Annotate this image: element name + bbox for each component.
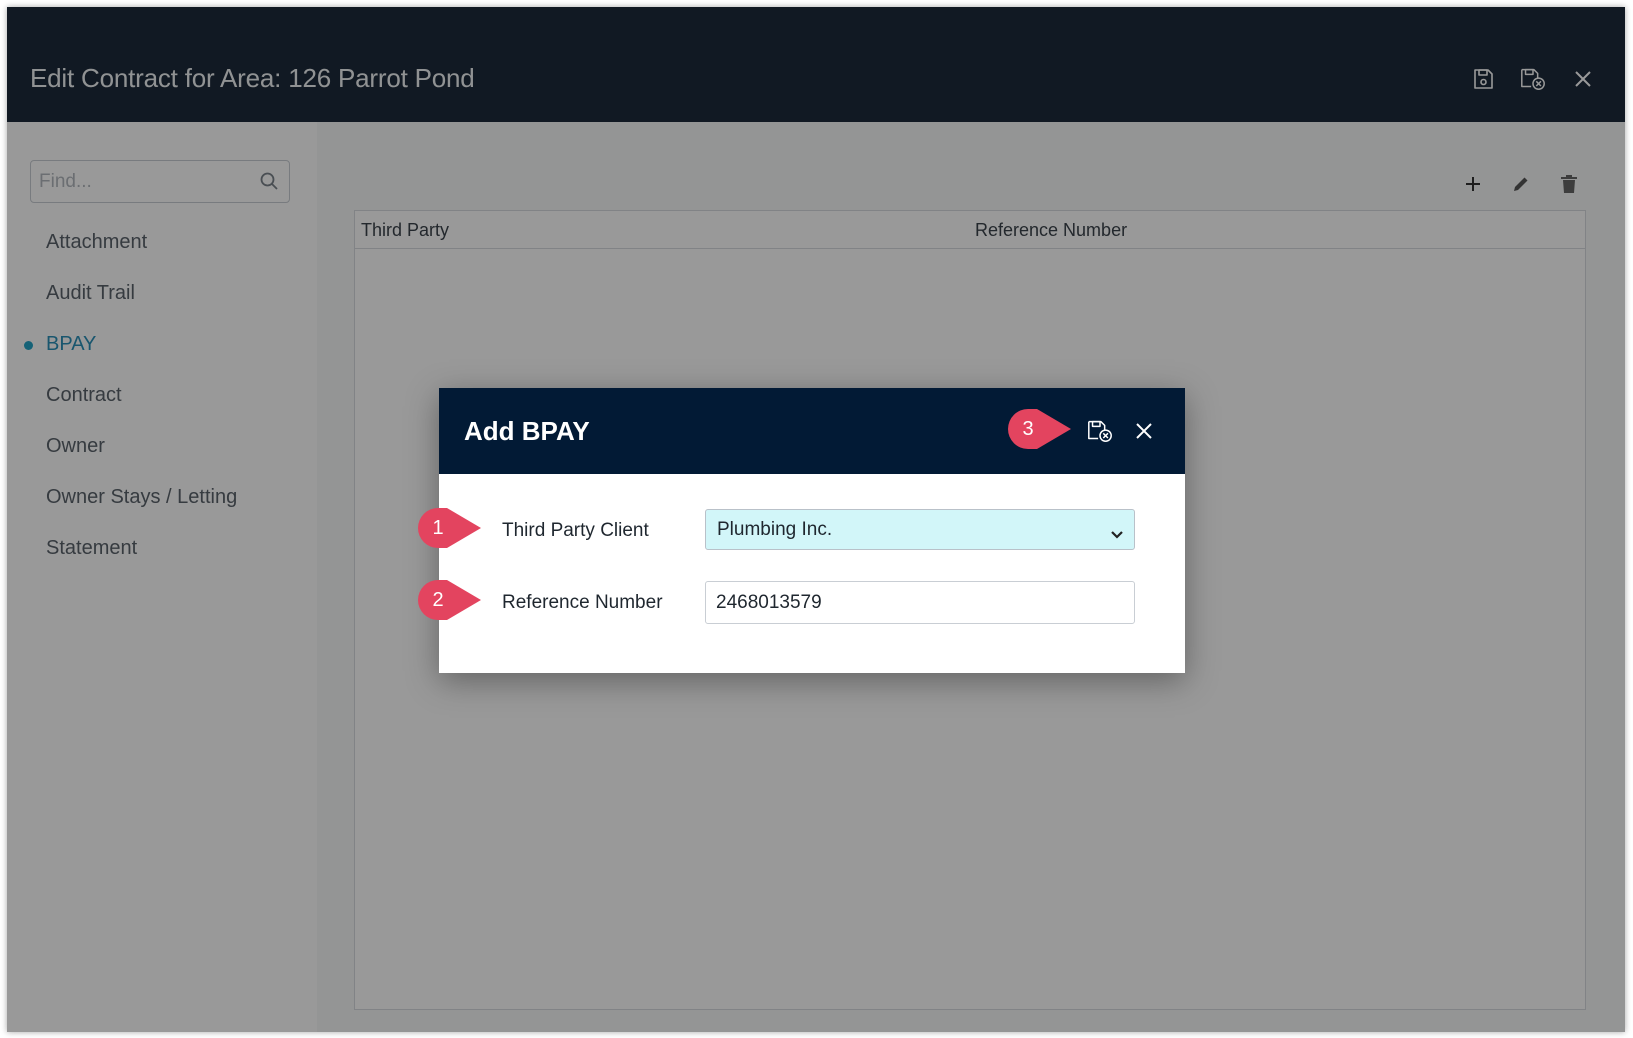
callout-marker: 2 [417,579,483,621]
reference-number-label: Reference Number [502,592,663,613]
callout-number: 1 [432,517,444,539]
close-icon[interactable] [1130,417,1158,445]
chevron-down-icon [1110,524,1124,546]
reference-number-input[interactable] [705,581,1135,624]
third-party-client-row: Third Party Client Plumbing Inc. [439,509,1185,553]
callout-number: 3 [1022,418,1034,440]
callout-marker: 1 [417,507,483,549]
reference-number-row: Reference Number [439,581,1185,625]
third-party-client-select[interactable]: Plumbing Inc. [705,509,1135,550]
callout-marker: 3 [1007,408,1073,450]
add-bpay-dialog: Add BPAY Third Party Client Plumbing Inc… [439,388,1185,673]
save-close-icon[interactable] [1086,417,1114,445]
third-party-client-label: Third Party Client [502,520,649,541]
third-party-client-value: Plumbing Inc. [717,518,833,540]
callout-number: 2 [432,589,444,611]
dialog-title: Add BPAY [464,416,590,446]
dialog-actions [1086,417,1158,445]
dialog-header: Add BPAY [439,388,1185,474]
